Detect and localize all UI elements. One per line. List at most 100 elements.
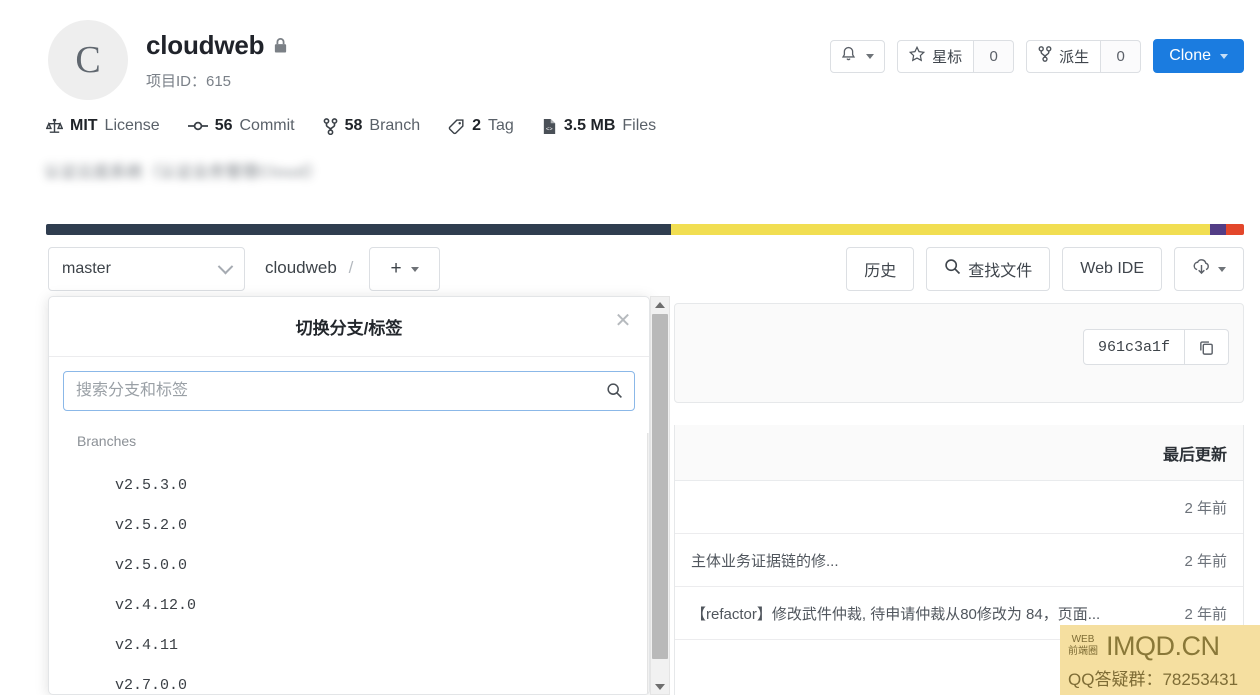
chevron-down-icon — [866, 53, 875, 59]
watermark-badge-line2: 前端圈 — [1068, 646, 1098, 657]
repository-page: C cloudweb 项目ID：615 MIT License 56 Commi… — [0, 0, 1260, 695]
stat-commit[interactable]: 56 Commit — [187, 117, 295, 135]
modal-header: 切换分支/标签 ✕ — [49, 297, 649, 357]
star-icon — [909, 45, 926, 66]
scroll-down-arrow[interactable] — [651, 679, 669, 694]
star-button[interactable]: 星标 — [897, 39, 975, 73]
watermark: WEB 前端圈 IMQD.CN QQ答疑群：78253431 — [1060, 625, 1260, 695]
find-file-button[interactable]: 查找文件 — [926, 247, 1051, 291]
lock-icon — [273, 37, 288, 54]
header-actions: 星标 0 派生 0 Clone — [830, 39, 1244, 73]
language-bar — [46, 224, 1244, 235]
search-icon[interactable] — [606, 382, 623, 404]
file-code-icon: <> — [542, 118, 557, 135]
stat-tag[interactable]: 2 Tag — [448, 117, 514, 135]
branch-icon — [323, 117, 338, 135]
list-item[interactable]: v2.5.2.0 — [63, 505, 635, 545]
language-segment-navy — [46, 224, 672, 235]
repo-nav-actions: 历史 查找文件 Web IDE — [846, 247, 1244, 291]
branch-list-wrapper: Branches v2.5.3.0 v2.5.2.0 v2.5.0.0 v2.4… — [63, 433, 649, 694]
language-segment-purple — [1210, 224, 1226, 235]
download-cloud-icon — [1192, 258, 1211, 281]
fork-label: 派生 — [1059, 48, 1090, 66]
watch-button[interactable] — [830, 39, 886, 73]
commit-hash: 961c3a1f — [1082, 329, 1185, 365]
clone-button[interactable]: Clone — [1153, 39, 1244, 73]
commit-hash-group: 961c3a1f — [1082, 329, 1229, 365]
repo-title-row: cloudweb — [146, 30, 288, 61]
list-item[interactable]: v2.5.0.0 — [63, 545, 635, 585]
repo-description: 认证云底系统（认证业务管理Cloud） — [44, 164, 323, 181]
star-label: 星标 — [932, 48, 963, 66]
svg-text:<>: <> — [546, 125, 553, 132]
scrollbar-thumb[interactable] — [652, 314, 668, 659]
search-field-wrapper — [63, 371, 635, 411]
clone-label: Clone — [1169, 47, 1211, 64]
chevron-down-icon — [1220, 53, 1228, 59]
chevron-down-icon — [1218, 266, 1226, 272]
history-label: 历史 — [864, 263, 897, 280]
repo-nav: master cloudweb / + 历史 查找文件 Web IDE — [0, 247, 1260, 291]
close-icon[interactable]: ✕ — [611, 309, 635, 333]
watermark-site: IMQD.CN — [1106, 630, 1220, 661]
avatar: C — [48, 20, 128, 100]
stat-branch[interactable]: 58 Branch — [323, 117, 421, 135]
stat-license-label: License — [104, 117, 160, 134]
list-item[interactable]: v2.7.0.0 — [63, 665, 635, 694]
triangle-up-icon — [655, 301, 665, 308]
stat-license[interactable]: MIT License — [46, 117, 160, 135]
modal-body: Branches v2.5.3.0 v2.5.2.0 v2.5.0.0 v2.4… — [49, 357, 649, 694]
plus-icon: + — [390, 258, 402, 279]
breadcrumb-repo[interactable]: cloudweb — [265, 258, 337, 277]
add-file-button[interactable]: + — [369, 247, 440, 291]
stat-license-value: MIT — [70, 117, 98, 134]
web-ide-label: Web IDE — [1080, 260, 1144, 277]
copy-icon[interactable] — [1185, 329, 1229, 365]
stat-branch-value: 58 — [344, 117, 363, 134]
stat-tag-label: Tag — [488, 117, 514, 134]
chevron-down-icon — [410, 266, 419, 272]
watermark-qq: QQ答疑群：78253431 — [1068, 669, 1239, 689]
watermark-badge: WEB 前端圈 — [1068, 634, 1098, 658]
branch-switch-modal: 切换分支/标签 ✕ Branches v2.5.3.0 v2.5.2.0 v2. — [48, 296, 650, 695]
repo-stats: MIT License 56 Commit 58 Branch 2 Tag <>… — [46, 117, 656, 135]
balance-scale-icon — [46, 118, 63, 135]
find-file-label: 查找文件 — [968, 263, 1033, 280]
breadcrumb: cloudweb / — [265, 258, 360, 278]
modal-title: 切换分支/标签 — [295, 319, 403, 338]
search-icon — [944, 258, 961, 280]
scroll-up-arrow[interactable] — [651, 297, 669, 312]
stat-tag-value: 2 — [472, 117, 482, 134]
stat-commit-label: Commit — [239, 117, 295, 134]
modal-scrollbar[interactable] — [650, 296, 670, 695]
fork-button[interactable]: 派生 — [1026, 39, 1102, 73]
language-segment-yellow — [671, 224, 1211, 235]
stat-files[interactable]: <> 3.5 MB Files — [542, 117, 656, 135]
list-item[interactable]: v2.4.11 — [63, 625, 635, 665]
language-segment-red — [1226, 224, 1244, 235]
fork-count[interactable]: 0 — [1101, 39, 1142, 73]
stat-branch-label: Branch — [369, 117, 421, 134]
latest-commit-panel: 961c3a1f — [674, 303, 1244, 403]
fork-button-group: 派生 0 — [1026, 39, 1142, 73]
watermark-top: WEB 前端圈 IMQD.CN — [1068, 631, 1260, 662]
stat-files-value: 3.5 MB — [563, 117, 616, 134]
page-title: cloudweb — [146, 30, 265, 60]
list-item[interactable]: v2.4.12.0 — [63, 585, 635, 625]
web-ide-button[interactable]: Web IDE — [1062, 247, 1162, 291]
download-button[interactable] — [1174, 247, 1244, 291]
bell-icon — [841, 46, 856, 66]
branch-selector[interactable]: master — [48, 247, 245, 291]
branch-selector-value: master — [62, 260, 111, 277]
star-count[interactable]: 0 — [974, 39, 1015, 73]
branches-section-label: Branches — [77, 433, 137, 449]
stat-files-label: Files — [622, 117, 657, 134]
list-item[interactable]: v2.5.3.0 — [63, 465, 635, 505]
commit-icon — [187, 119, 208, 133]
history-button[interactable]: 历史 — [846, 247, 915, 291]
triangle-down-icon — [655, 683, 665, 690]
stat-commit-value: 56 — [214, 117, 233, 134]
search-input[interactable] — [63, 371, 635, 411]
fork-icon — [1038, 46, 1052, 66]
project-id: 项目ID：615 — [146, 73, 232, 90]
